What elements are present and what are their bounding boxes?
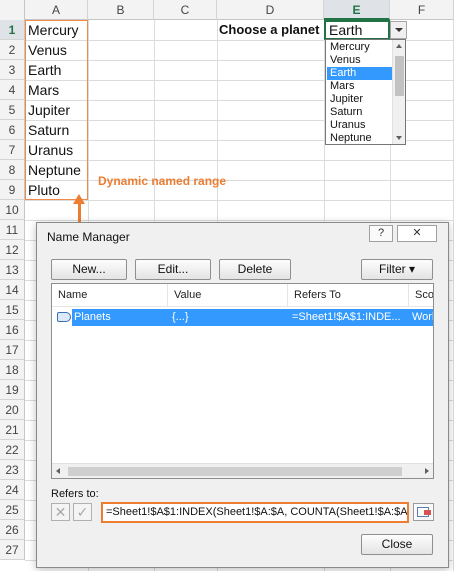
help-button[interactable]: ?	[369, 225, 393, 242]
dropdown-scrollbar[interactable]	[392, 40, 405, 144]
close-icon[interactable]: ✕	[397, 225, 437, 242]
names-list[interactable]: Name Value Refers To Scope Planets {...}…	[51, 283, 434, 479]
row-header-6[interactable]: 6	[0, 120, 25, 140]
row-header-25[interactable]: 25	[0, 500, 25, 520]
named-range-outline	[25, 20, 88, 200]
dynamic-range-annotation: Dynamic named range	[98, 174, 227, 188]
row-header-16[interactable]: 16	[0, 320, 25, 340]
scroll-down-icon[interactable]	[396, 136, 402, 140]
column-header-f[interactable]: F	[390, 0, 454, 20]
cancel-edit-icon[interactable]: ✕	[51, 503, 70, 521]
dropdown-option[interactable]: Neptune	[327, 132, 392, 145]
row-header-17[interactable]: 17	[0, 340, 25, 360]
row-header-5[interactable]: 5	[0, 100, 25, 120]
dropdown-option[interactable]: Saturn	[327, 106, 392, 119]
dropdown-option[interactable]: Jupiter	[327, 93, 392, 106]
column-header-d[interactable]: D	[217, 0, 324, 20]
row-header-8[interactable]: 8	[0, 160, 25, 180]
column-name-header[interactable]: Name	[52, 284, 168, 307]
named-range-icon	[57, 312, 71, 322]
scroll-left-icon[interactable]	[56, 468, 60, 474]
dropdown-option[interactable]: Venus	[327, 54, 392, 67]
refers-to-input[interactable]: =Sheet1!$A$1:INDEX(Sheet1!$A:$A, COUNTA(…	[101, 502, 409, 523]
row-header-3[interactable]: 3	[0, 60, 25, 80]
scroll-up-icon[interactable]	[396, 44, 402, 48]
refers-to-label: Refers to:	[51, 488, 99, 500]
row-scope: Workbook	[412, 311, 433, 323]
column-value-header[interactable]: Value	[168, 284, 288, 307]
row-header-20[interactable]: 20	[0, 400, 25, 420]
filter-button[interactable]: Filter ▾	[361, 259, 433, 280]
dropdown-option[interactable]: Mercury	[327, 41, 392, 54]
row-header-7[interactable]: 7	[0, 140, 25, 160]
row-header-2[interactable]: 2	[0, 40, 25, 60]
row-header-12[interactable]: 12	[0, 240, 25, 260]
column-header-c[interactable]: C	[154, 0, 217, 20]
row-name: Planets	[74, 311, 111, 323]
column-header-row: A B C D E F	[0, 0, 454, 20]
row-value: {...}	[172, 311, 189, 323]
row-header-26[interactable]: 26	[0, 520, 25, 540]
row-header-19[interactable]: 19	[0, 380, 25, 400]
dropdown-list[interactable]: Mercury Venus Earth Mars Jupiter Saturn …	[325, 39, 406, 145]
column-header-e[interactable]: E	[324, 0, 390, 20]
select-all-corner[interactable]	[0, 0, 25, 20]
column-header-b[interactable]: B	[88, 0, 154, 20]
row-header-10[interactable]: 10	[0, 200, 25, 220]
list-header: Name Value Refers To Scope	[52, 284, 433, 307]
row-header-23[interactable]: 23	[0, 460, 25, 480]
scrollbar-thumb[interactable]	[68, 467, 402, 476]
row-header-4[interactable]: 4	[0, 80, 25, 100]
scrollbar-thumb[interactable]	[395, 56, 404, 96]
row-header-9[interactable]: 9	[0, 180, 25, 200]
planet-dropdown-cell[interactable]: Earth	[324, 20, 390, 40]
range-selector-mark	[424, 510, 431, 515]
row-header-27[interactable]: 27	[0, 540, 25, 560]
choose-planet-label: Choose a planet	[219, 22, 320, 37]
confirm-edit-icon[interactable]: ✓	[73, 503, 92, 521]
close-button[interactable]: Close	[361, 534, 433, 555]
list-row-planets[interactable]: Planets {...} =Sheet1!$A$1:INDE... Workb…	[72, 309, 433, 326]
row-header-15[interactable]: 15	[0, 300, 25, 320]
dropdown-option[interactable]: Mars	[327, 80, 392, 93]
column-refers-to-header[interactable]: Refers To	[288, 284, 409, 307]
row-header-18[interactable]: 18	[0, 360, 25, 380]
dropdown-arrow-button[interactable]	[390, 21, 407, 39]
row-refers-to: =Sheet1!$A$1:INDE...	[292, 311, 401, 323]
dropdown-option[interactable]: Uranus	[327, 119, 392, 132]
row-header-14[interactable]: 14	[0, 280, 25, 300]
row-header-21[interactable]: 21	[0, 420, 25, 440]
edit-button[interactable]: Edit...	[135, 259, 211, 280]
new-button[interactable]: New...	[51, 259, 127, 280]
column-scope-header[interactable]: Scope	[409, 284, 433, 307]
column-header-a[interactable]: A	[25, 0, 88, 20]
dialog-title: Name Manager	[47, 230, 130, 244]
row-header-24[interactable]: 24	[0, 480, 25, 500]
row-header-22[interactable]: 22	[0, 440, 25, 460]
collapse-dialog-button[interactable]	[413, 503, 434, 521]
dropdown-option-selected[interactable]: Earth	[327, 67, 392, 80]
horizontal-scrollbar[interactable]	[52, 463, 433, 478]
name-manager-dialog: Name Manager ? ✕ New... Edit... Delete F…	[36, 222, 449, 568]
row-header-11[interactable]: 11	[0, 220, 25, 240]
row-header-13[interactable]: 13	[0, 260, 25, 280]
delete-button[interactable]: Delete	[219, 259, 291, 280]
row-header-1[interactable]: 1	[0, 20, 25, 40]
scroll-right-icon[interactable]	[425, 468, 429, 474]
chevron-down-icon	[394, 28, 403, 32]
